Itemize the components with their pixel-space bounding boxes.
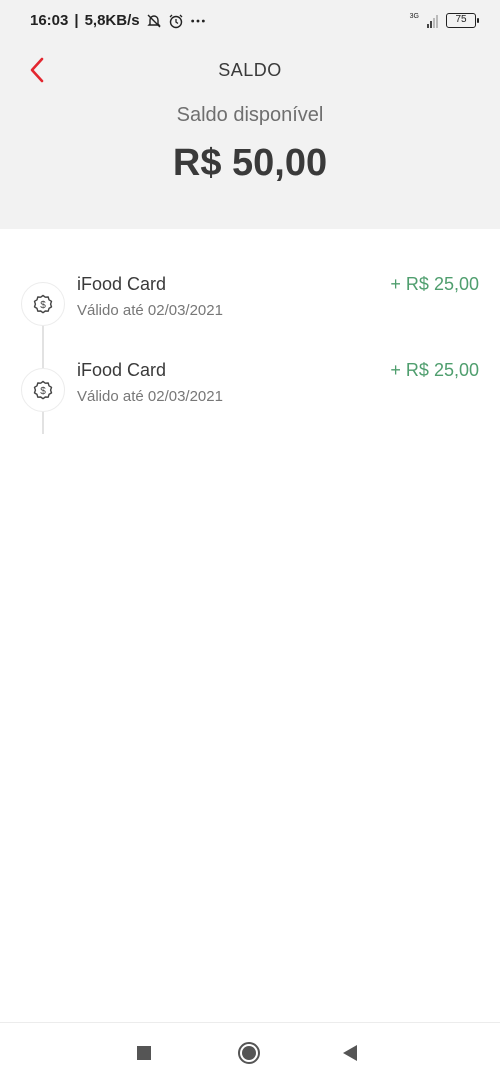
- battery-icon: 75: [446, 13, 479, 28]
- alarm-clock-icon: [168, 13, 184, 29]
- dollar-badge-icon: $: [21, 282, 65, 326]
- balance-label: Saldo disponível: [176, 104, 324, 126]
- transaction-validity: Válido até 02/03/2021: [77, 302, 223, 319]
- dollar-badge-icon: $: [21, 368, 65, 412]
- balance-value: R$ 50,00: [172, 142, 328, 184]
- status-bar: 16:03 | 5,8KB/s 3G 75: [0, 0, 500, 44]
- recent-apps-button[interactable]: [132, 1041, 156, 1065]
- transaction-title: iFood Card: [77, 360, 167, 380]
- transaction-item[interactable]: $ iFood Card Válido até 02/03/2021 + R$ …: [0, 274, 500, 352]
- svg-text:$: $: [40, 300, 46, 311]
- status-separator: |: [74, 12, 79, 29]
- status-right: 3G 75: [409, 13, 479, 28]
- signal-icon: [427, 14, 438, 28]
- back-nav-button[interactable]: [338, 1041, 362, 1065]
- transaction-title: iFood Card: [77, 274, 167, 294]
- home-button[interactable]: [237, 1041, 261, 1065]
- svg-text:$: $: [40, 386, 46, 397]
- triangle-back-icon: [343, 1045, 357, 1061]
- page-title: SALDO: [218, 60, 282, 80]
- status-time: 16:03: [30, 12, 69, 29]
- system-nav-bar: [0, 1022, 500, 1082]
- transaction-validity: Válido até 02/03/2021: [77, 388, 223, 405]
- status-left: 16:03 | 5,8KB/s: [30, 12, 206, 29]
- header: SALDO: [0, 50, 500, 90]
- transaction-amount: + R$ 25,00: [390, 360, 479, 380]
- circle-home-icon: [238, 1042, 260, 1064]
- transaction-item[interactable]: $ iFood Card Válido até 02/03/2021 + R$ …: [0, 360, 500, 438]
- network-type: 3G: [409, 13, 419, 20]
- status-speed: 5,8KB/s: [84, 12, 140, 29]
- more-dots-icon: [190, 13, 206, 29]
- bell-off-icon: [146, 13, 162, 29]
- square-icon: [137, 1046, 151, 1060]
- transaction-amount: + R$ 25,00: [390, 274, 479, 294]
